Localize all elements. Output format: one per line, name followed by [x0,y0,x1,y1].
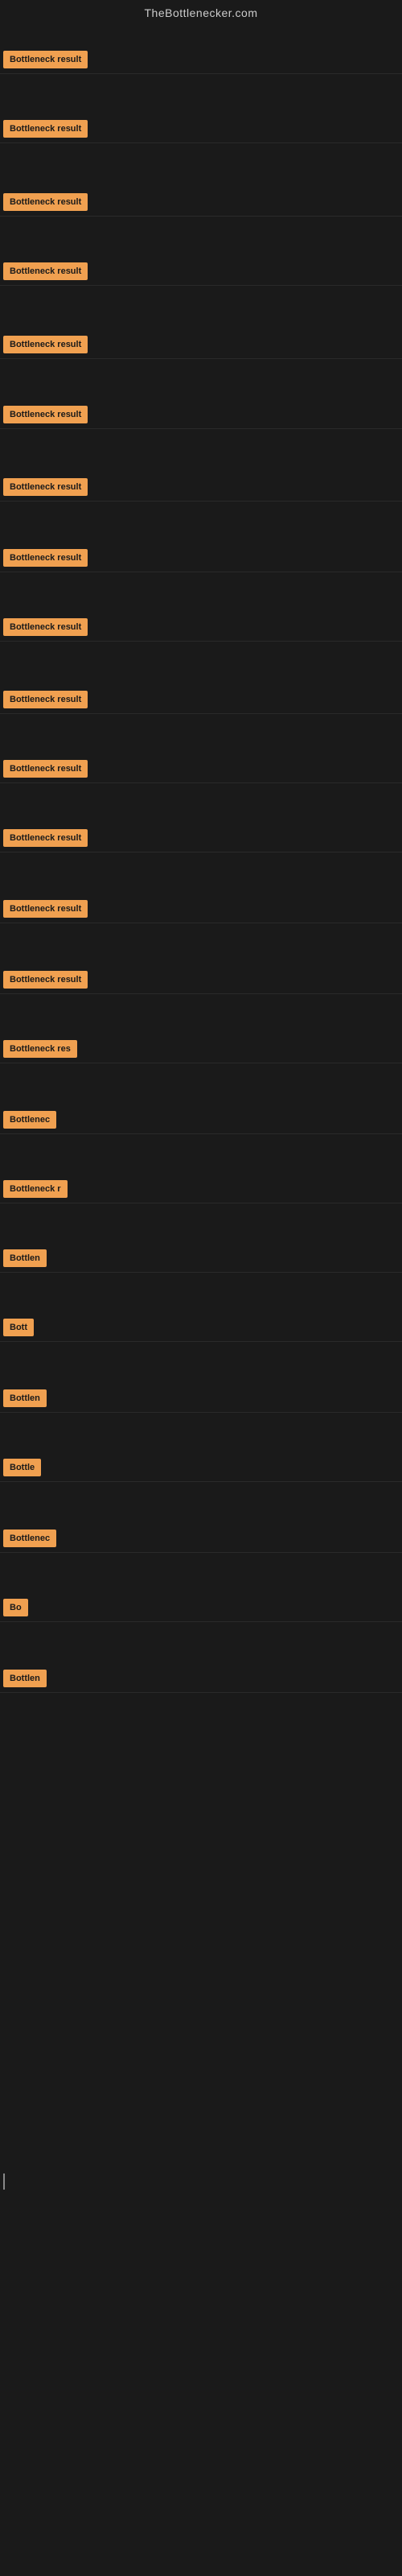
bottleneck-badge: Bottleneck res [3,1040,77,1058]
list-item[interactable]: Bottlen [0,1245,402,1273]
bottleneck-badge: Bottleneck result [3,618,88,636]
bottleneck-badge: Bottleneck result [3,478,88,496]
list-item[interactable]: Bottleneck r [0,1175,402,1203]
list-item[interactable]: Bottlenec [0,1106,402,1134]
bottleneck-badge: Bottlenec [3,1111,56,1129]
list-item[interactable]: Bottleneck result [0,686,402,714]
bottleneck-badge: Bottleneck result [3,120,88,138]
cursor-line [3,2174,5,2190]
bottleneck-badge: Bo [3,1599,28,1616]
list-item[interactable]: Bottleneck result [0,188,402,217]
bottleneck-badge: Bottleneck result [3,193,88,211]
bottleneck-badge: Bottlen [3,1670,47,1687]
list-item[interactable]: Bottlen [0,1385,402,1413]
list-item[interactable]: Bottleneck result [0,115,402,143]
list-item[interactable]: Bottleneck result [0,331,402,359]
list-item[interactable]: Bottleneck result [0,401,402,429]
bottleneck-badge: Bottlen [3,1389,47,1407]
list-item[interactable]: Bottleneck result [0,755,402,783]
list-item[interactable]: Bottleneck result [0,613,402,642]
list-item[interactable]: Bottleneck result [0,258,402,286]
site-header: TheBottlenecker.com [0,0,402,23]
bottleneck-badge: Bott [3,1319,34,1336]
list-item[interactable]: Bottleneck result [0,966,402,994]
bottleneck-badge: Bottlen [3,1249,47,1267]
list-item[interactable]: Bottleneck result [0,824,402,852]
bottleneck-badge: Bottleneck result [3,760,88,778]
bottleneck-badge: Bottleneck r [3,1180,68,1198]
bottleneck-badge: Bottleneck result [3,262,88,280]
list-item[interactable]: Bottle [0,1454,402,1482]
list-item[interactable]: Bottlen [0,1665,402,1693]
list-item[interactable]: Bottleneck result [0,895,402,923]
bottleneck-badge: Bottleneck result [3,336,88,353]
bottleneck-badge: Bottle [3,1459,41,1476]
bottleneck-badge: Bottleneck result [3,406,88,423]
list-item[interactable]: Bo [0,1594,402,1622]
list-item[interactable]: Bottleneck result [0,544,402,572]
bottleneck-badge: Bottleneck result [3,51,88,68]
list-item[interactable]: Bottleneck res [0,1035,402,1063]
bottleneck-badge: Bottleneck result [3,829,88,847]
list-item[interactable]: Bottlenec [0,1525,402,1553]
bottleneck-badge: Bottleneck result [3,900,88,918]
list-item[interactable]: Bottleneck result [0,473,402,502]
bottleneck-badge: Bottlenec [3,1530,56,1547]
bottleneck-badge: Bottleneck result [3,971,88,989]
list-item[interactable]: Bott [0,1314,402,1342]
bottleneck-badge: Bottleneck result [3,549,88,567]
bottleneck-badge: Bottleneck result [3,691,88,708]
list-item[interactable]: Bottleneck result [0,46,402,74]
